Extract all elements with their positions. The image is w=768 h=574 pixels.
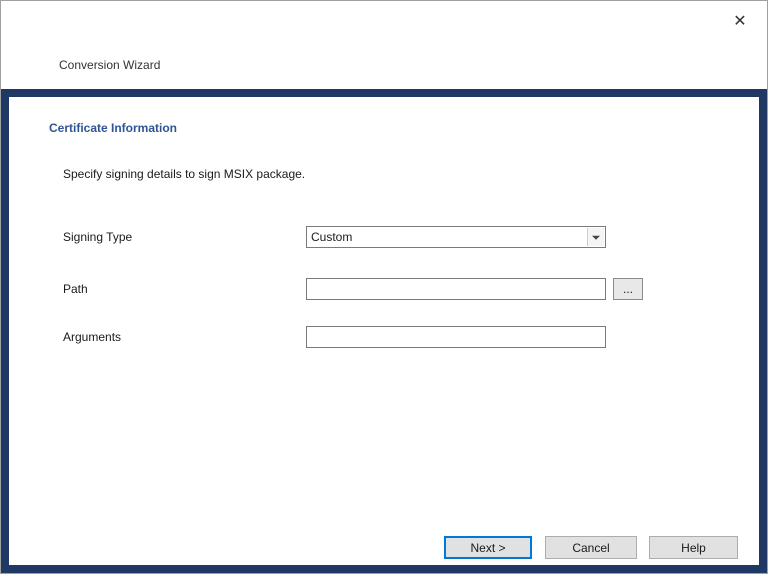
next-button[interactable]: Next > [444,536,532,559]
content-frame: Certificate Information Specify signing … [1,89,767,573]
browse-button[interactable]: ... [613,278,643,300]
page-heading: Certificate Information [49,121,177,135]
path-input[interactable] [306,278,606,300]
wizard-title: Conversion Wizard [59,41,160,89]
arguments-label: Arguments [63,330,121,344]
path-label: Path [63,282,88,296]
conversion-wizard-dialog: ✕ Conversion Wizard Certificate Informat… [0,0,768,574]
page-description: Specify signing details to sign MSIX pac… [63,167,305,181]
signing-type-label: Signing Type [63,230,132,244]
cancel-button[interactable]: Cancel [545,536,637,559]
arguments-input[interactable] [306,326,606,348]
help-button[interactable]: Help [649,536,738,559]
signing-type-combobox[interactable]: Custom [306,226,606,248]
titlebar: ✕ [1,1,767,41]
close-button[interactable]: ✕ [727,9,753,35]
chevron-down-icon[interactable] [587,228,604,246]
signing-type-value: Custom [311,227,352,247]
wizard-page: Certificate Information Specify signing … [9,97,759,565]
wizard-header: Conversion Wizard [1,41,767,89]
close-icon: ✕ [733,13,746,30]
